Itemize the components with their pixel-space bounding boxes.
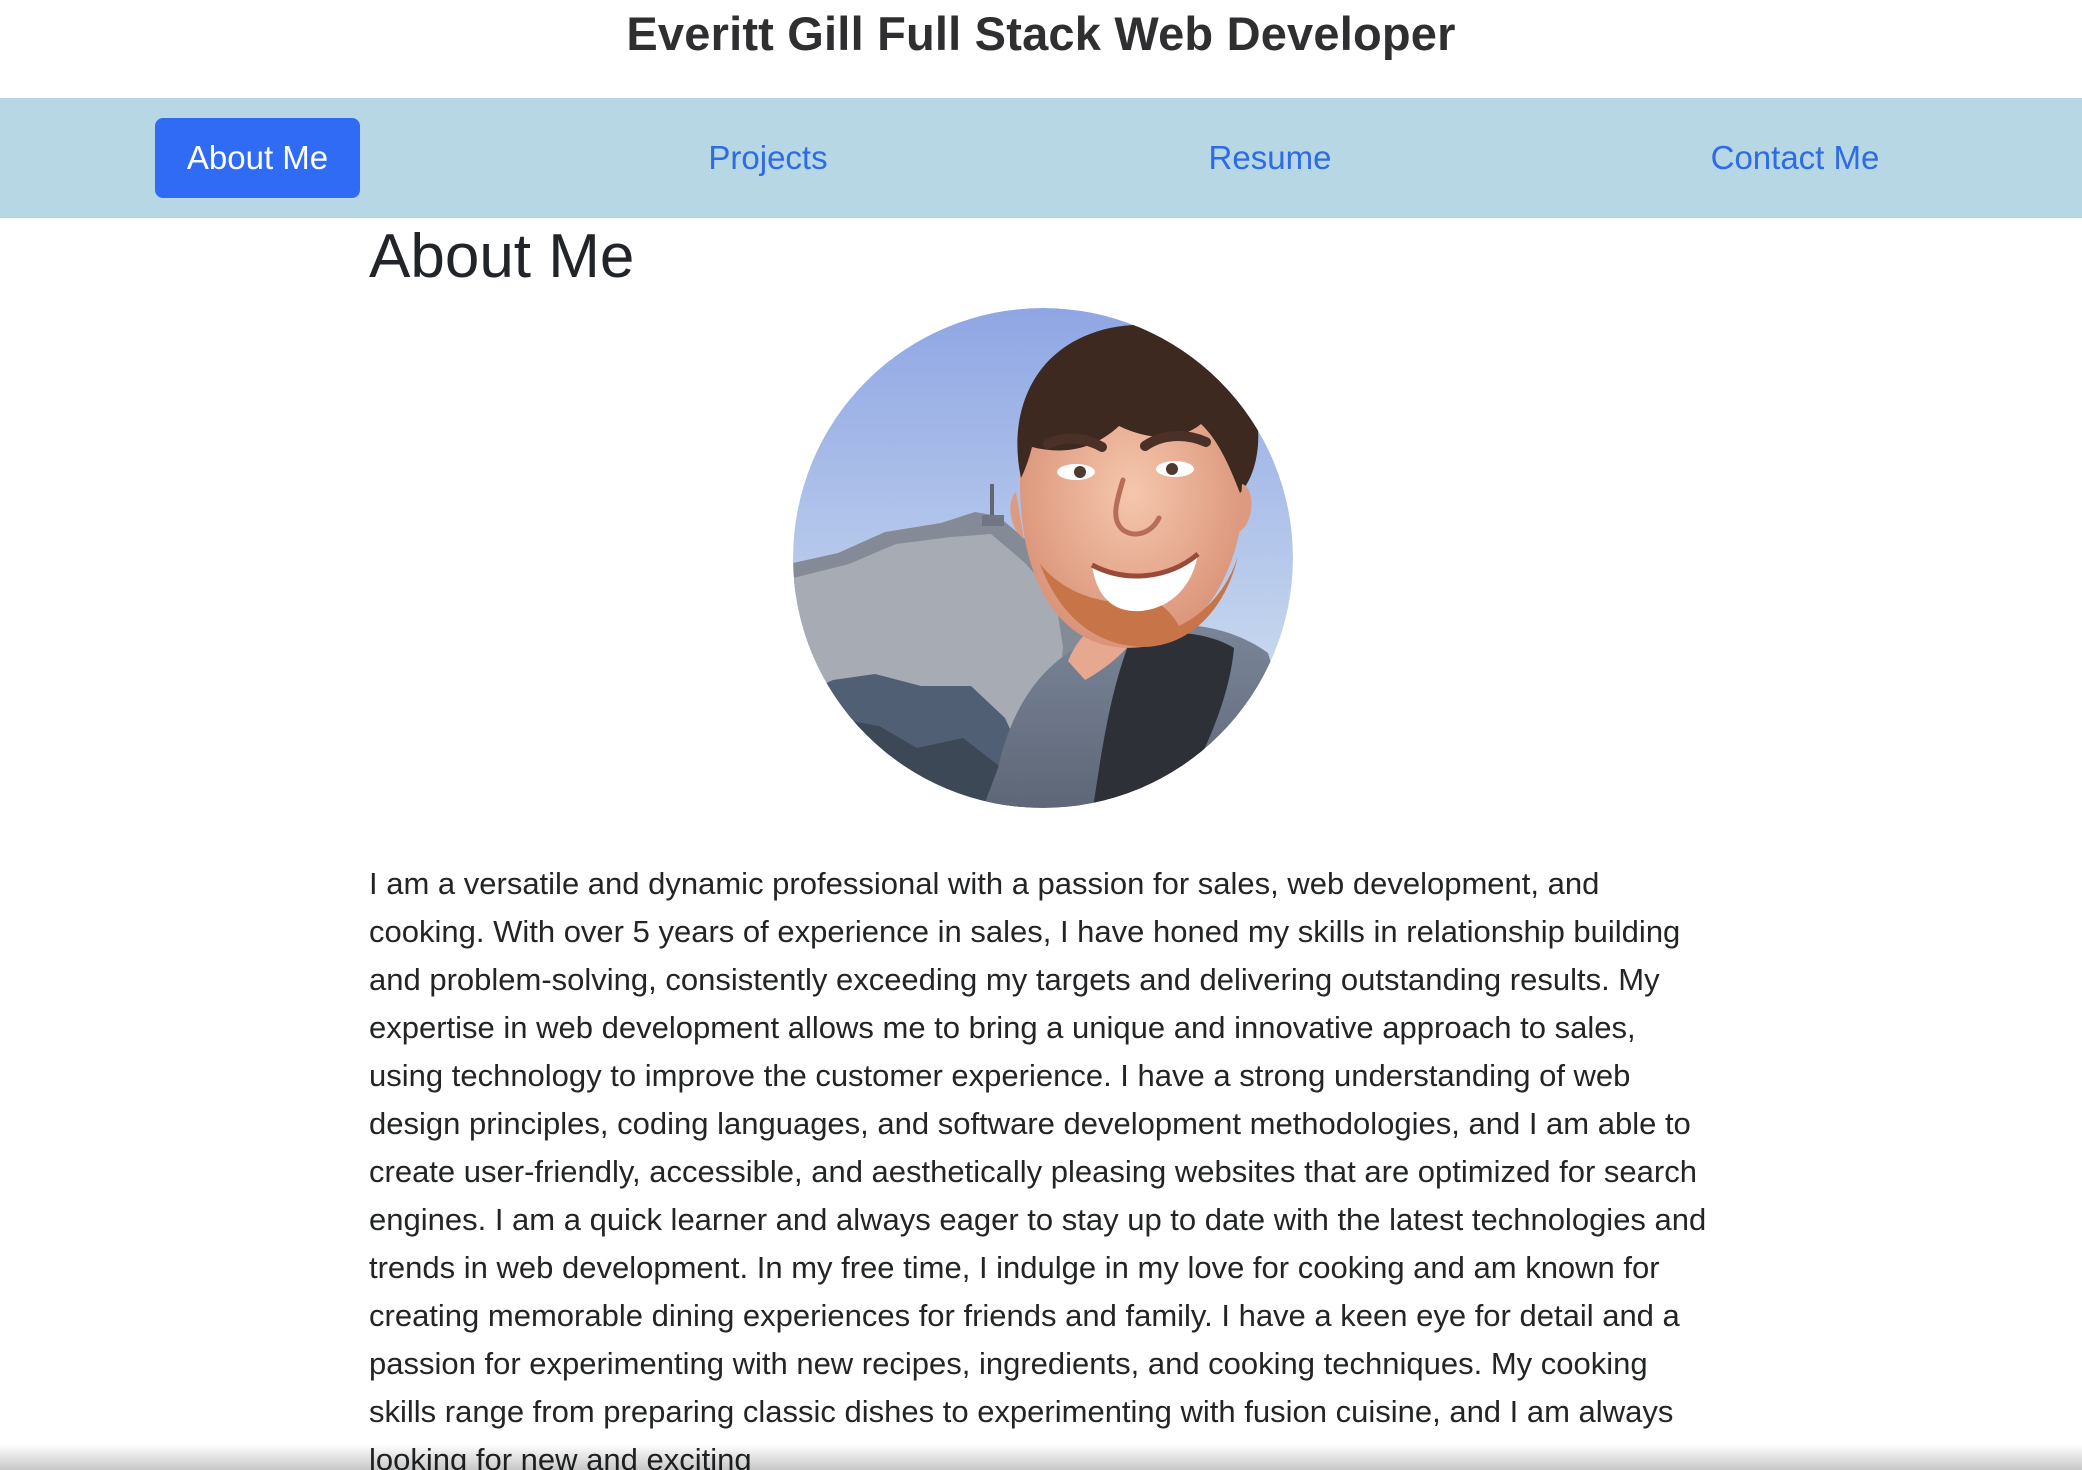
site-title: Everitt Gill Full Stack Web Developer: [626, 7, 1456, 60]
nav-resume-link[interactable]: Resume: [1170, 118, 1370, 198]
page: Everitt Gill Full Stack Web Developer Ab…: [0, 0, 2082, 1470]
about-section: About Me I am a versatile and dynamic pr…: [369, 218, 1714, 1470]
profile-photo: [793, 308, 1293, 808]
about-bio: I am a versatile and dynamic professiona…: [369, 866, 1707, 1470]
nav-about-me-button[interactable]: About Me: [155, 118, 360, 198]
profile-photo-container: [793, 308, 1293, 808]
nav-projects-link[interactable]: Projects: [668, 118, 868, 198]
main-navigation: About Me Projects Resume Contact Me: [0, 98, 2082, 218]
about-heading: About Me: [369, 222, 635, 291]
site-header: Everitt Gill Full Stack Web Developer: [0, 0, 2082, 98]
nav-contact-me-link[interactable]: Contact Me: [1688, 118, 1902, 198]
